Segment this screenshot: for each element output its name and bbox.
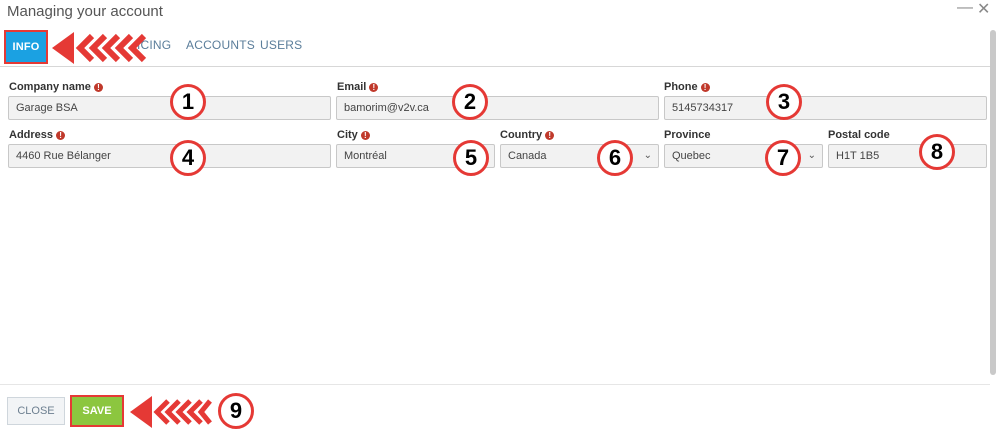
- chevron-down-icon: ⌄: [643, 150, 652, 161]
- callout-badge: 8: [919, 134, 955, 170]
- email-label: Email!: [337, 81, 379, 93]
- exclamation-icon: !: [700, 83, 710, 92]
- country-select-value: Canada: [508, 150, 547, 162]
- callout-badge: 3: [766, 84, 802, 120]
- tab-info[interactable]: INFO: [4, 30, 48, 64]
- country-select[interactable]: Canada ⌄: [500, 144, 659, 168]
- scrollbar[interactable]: [990, 30, 996, 375]
- tab-bar: INFO ICING ACCOUNTS USERS: [0, 30, 990, 64]
- footer-divider: [0, 384, 990, 385]
- company-name-label: Company name!: [9, 81, 103, 93]
- province-label: Province: [664, 129, 711, 141]
- email-field[interactable]: bamorim@v2v.ca: [336, 96, 659, 120]
- exclamation-icon: !: [56, 131, 66, 140]
- phone-label: Phone!: [664, 81, 710, 93]
- exclamation-icon: !: [360, 131, 370, 140]
- city-label: City!: [337, 129, 370, 141]
- postal-code-field[interactable]: H1T 1B5: [828, 144, 987, 168]
- title-bar: Managing your account — ✕: [0, 0, 997, 26]
- chevron-down-icon: ⌄: [807, 150, 816, 161]
- close-icon[interactable]: ✕: [977, 0, 990, 20]
- exclamation-icon: !: [93, 83, 103, 92]
- callout-badge: 9: [218, 393, 254, 429]
- phone-field[interactable]: 5145734317: [664, 96, 987, 120]
- province-select-value: Quebec: [672, 150, 711, 162]
- callout-badge: 4: [170, 140, 206, 176]
- close-button[interactable]: CLOSE: [7, 397, 65, 425]
- callout-badge: 6: [597, 140, 633, 176]
- country-label: Country!: [500, 129, 555, 141]
- callout-badge: 2: [452, 84, 488, 120]
- callout-badge: 1: [170, 84, 206, 120]
- callout-badge: 7: [765, 140, 801, 176]
- save-button[interactable]: SAVE: [70, 395, 124, 427]
- callout-badge: 5: [453, 140, 489, 176]
- address-label: Address!: [9, 129, 66, 141]
- tab-accounts[interactable]: ACCOUNTS: [186, 38, 255, 52]
- tab-divider: [0, 66, 990, 67]
- exclamation-icon: !: [369, 83, 379, 92]
- minimize-icon[interactable]: —: [957, 0, 973, 18]
- red-arrow-icon: [52, 32, 147, 64]
- window-title: Managing your account: [7, 3, 163, 20]
- red-arrow-icon: [130, 396, 212, 428]
- exclamation-icon: !: [545, 131, 555, 140]
- tab-users[interactable]: USERS: [260, 38, 302, 52]
- postal-code-label: Postal code: [828, 129, 890, 141]
